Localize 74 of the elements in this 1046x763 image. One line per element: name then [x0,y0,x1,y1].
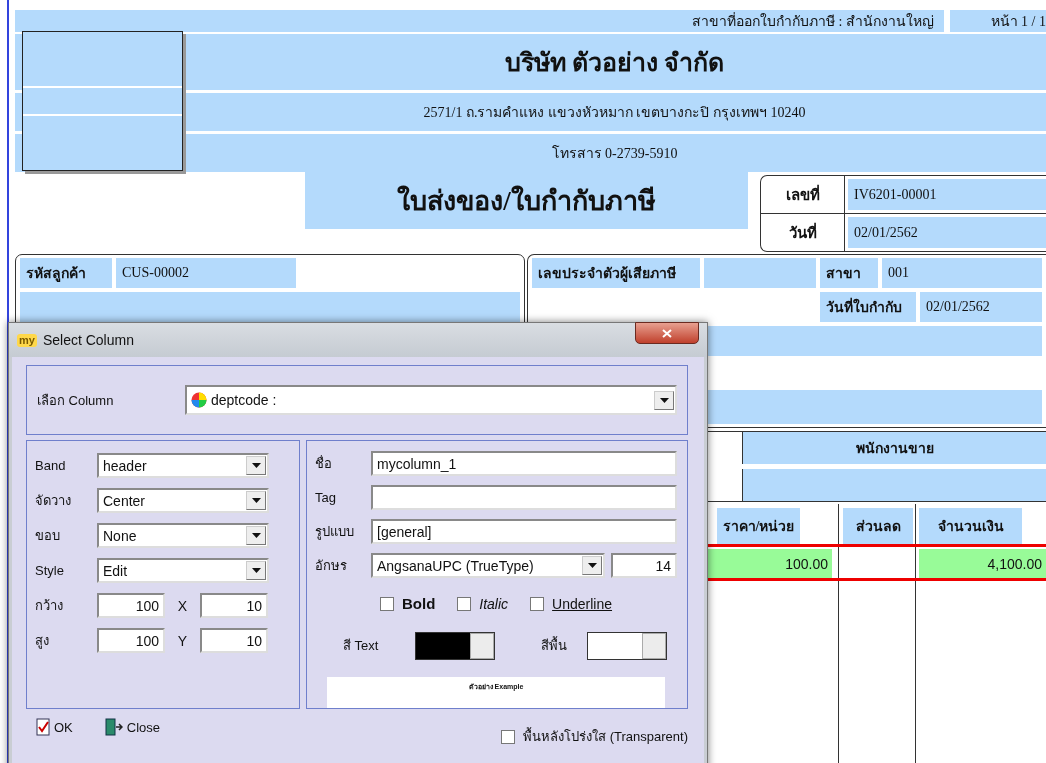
close-button[interactable] [635,322,699,344]
branch-text: สาขาที่ออกใบกำกับภาษี : สำนักงานใหญ่ [692,11,934,31]
field-label: จัดวาง [35,492,72,510]
field-label: วันที่ [761,214,845,251]
color-wheel-icon [191,392,207,408]
dropdown[interactable]: header [97,453,269,478]
style-checkbox[interactable]: Bold [379,595,436,613]
input-field[interactable]: 10 [200,628,268,653]
axis-label: X [176,597,189,614]
dropdown-arrow-icon [251,533,261,538]
page-number: หน้า 1 / 1 [990,13,1046,31]
input-field[interactable]: 100 [97,593,165,618]
field-label: ชื่อ [315,454,333,473]
column-header: ส่วนลด [843,508,913,544]
company-address: 2571/1 ถ.รามคำแหง แขวงหัวหมาก เขตบางกะปิ กรุงเทพฯ 10240 [423,104,806,123]
field-label: กว้าง [35,597,64,615]
field-value: 02/01/2562 [848,217,1046,248]
dialog-title: Select Column [42,332,135,348]
color-picker-button[interactable] [642,632,666,659]
salesperson-header: พนักงานขาย [742,432,1046,464]
dropdown-arrow-icon [251,463,261,468]
dropdown-arrow-icon [587,563,597,568]
style-checkbox[interactable]: Italic [457,595,509,612]
field-label: วันที่ใบกำกับ [820,292,916,322]
dropdown-arrow-icon [659,397,669,403]
field-label: เลขประจำตัวผู้เสียภาษี [532,258,700,288]
company-name: บริษัท ตัวอย่าง จำกัด [504,48,725,78]
app-icon: my [17,333,37,347]
field-label: ขอบ [35,527,61,545]
transparent-checkbox[interactable]: พื้นหลังโปร่งใส (Transparent) [501,726,688,747]
color-swatch[interactable] [415,631,495,660]
table-cell: 4,100.00 [919,549,1046,578]
field-label: สี Text [343,637,380,656]
document-title: ใบส่งของ/ใบกำกับภาษี [305,172,748,229]
document-check-icon [36,718,50,736]
company-fax: โทรสาร 0-2739-5910 [551,144,678,163]
dropdown-arrow-icon [251,498,261,503]
axis-label: Y [176,632,189,649]
field-label: สีพื้น [541,635,568,656]
input-field[interactable]: mycolumn_1 [371,451,677,476]
dropdown[interactable]: Center [97,488,269,513]
field-label: Band [35,458,67,473]
dropdown[interactable]: Edit [97,558,269,583]
column-dropdown[interactable]: deptcode : [185,385,677,415]
field-label: Style [35,563,65,578]
input-field[interactable]: 100 [97,628,165,653]
input-field[interactable]: [general] [371,519,677,544]
door-exit-icon [104,718,123,736]
dropdown-arrow-icon [251,568,261,573]
font-dropdown[interactable]: AngsanaUPC (TrueType) [371,553,605,578]
column-header: จำนวนเงิน [919,508,1022,544]
field-value: CUS-00002 [116,258,296,288]
field-value: 001 [882,258,1042,288]
dropdown[interactable]: None [97,523,269,548]
close-icon [662,328,672,338]
column-header: ราคา/หน่วย [717,508,800,544]
field-label: เลขที่ [761,176,845,213]
style-checkbox[interactable]: Underline [530,595,613,612]
field-value: 02/01/2562 [920,292,1042,322]
input-field[interactable]: 10 [200,593,268,618]
color-swatch[interactable] [587,631,667,660]
field-label: สูง [35,632,50,651]
input-field[interactable] [371,485,677,510]
field-label: รหัสลูกค้า [20,258,112,288]
font-size-field[interactable]: 14 [611,553,677,578]
color-picker-button[interactable] [470,632,494,659]
close-button[interactable]: Close [104,718,161,736]
field-label: Tag [315,490,337,505]
field-label: เลือก Column [37,391,115,410]
field-label: สาขา [820,258,878,288]
field-label: อักษร [315,557,348,575]
field-label: รูปแบบ [315,523,355,542]
field-value: IV6201-00001 [848,179,1046,210]
ok-button[interactable]: OK [36,718,73,736]
